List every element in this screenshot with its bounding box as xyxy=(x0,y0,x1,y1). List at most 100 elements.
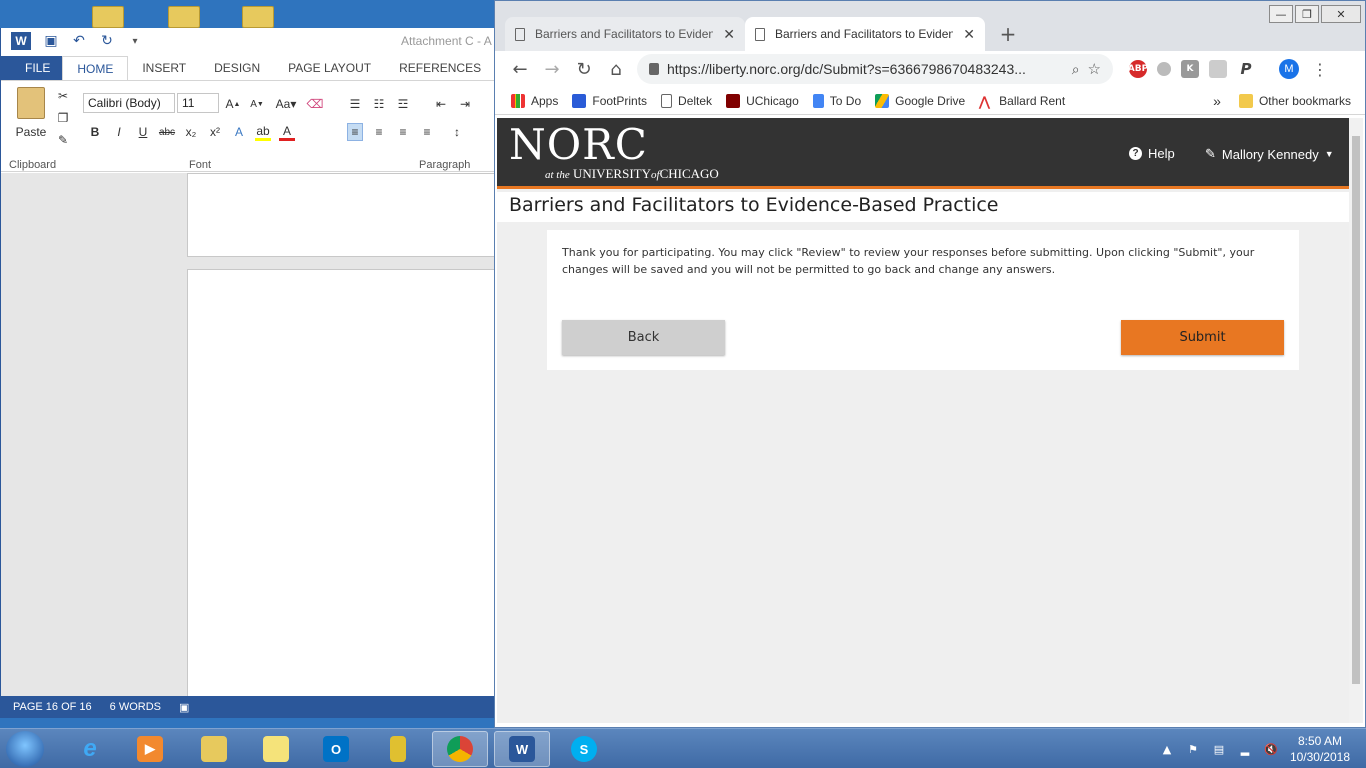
paste-button[interactable]: Paste xyxy=(13,87,49,151)
tab-references[interactable]: REFERENCES xyxy=(385,56,495,80)
taskbar-vpn[interactable] xyxy=(370,731,426,767)
page-scrollbar[interactable] xyxy=(1349,118,1363,723)
bookmark-uchicago[interactable]: UChicago xyxy=(726,93,799,108)
undo-icon[interactable]: ↶ xyxy=(71,33,87,49)
decrease-indent-icon[interactable]: ⇤ xyxy=(433,95,449,113)
device-icon[interactable]: ▤ xyxy=(1212,742,1226,756)
bookmark-deltek[interactable]: Deltek xyxy=(661,93,712,108)
forward-arrow-icon[interactable]: → xyxy=(541,58,563,80)
clear-formatting-icon[interactable]: ⌫ xyxy=(307,95,324,113)
tab-design[interactable]: DESIGN xyxy=(200,56,274,80)
desktop-folder-icon[interactable] xyxy=(242,6,274,28)
highlight-color-icon[interactable]: ab xyxy=(255,123,271,141)
other-bookmarks[interactable]: Other bookmarks xyxy=(1238,94,1351,108)
strikethrough-icon[interactable]: abc xyxy=(159,123,175,141)
desktop-folder-icon[interactable] xyxy=(92,6,124,28)
minimize-icon[interactable]: — xyxy=(1269,5,1293,23)
grow-font-icon[interactable]: A ▲ xyxy=(225,95,241,113)
user-menu[interactable]: ✎ Mallory Kennedy ▼ xyxy=(1205,146,1334,162)
bookmark-todo[interactable]: To Do xyxy=(812,93,861,108)
taskbar-chrome[interactable] xyxy=(432,731,488,767)
bookmark-star-icon[interactable]: ☆ xyxy=(1088,60,1101,78)
menu-kebab-icon[interactable]: ⋮ xyxy=(1309,58,1331,80)
norc-logo[interactable]: NORC xyxy=(509,124,648,166)
close-tab-icon[interactable]: ✕ xyxy=(963,26,975,43)
extension-circle-icon[interactable] xyxy=(1157,62,1171,76)
submit-button[interactable]: Submit xyxy=(1121,320,1284,355)
subscript-icon[interactable]: x₂ xyxy=(183,123,199,141)
font-name-select[interactable]: Calibri (Body) xyxy=(83,93,175,113)
bookmark-apps[interactable]: Apps xyxy=(511,93,558,108)
bullets-icon[interactable]: ☰ xyxy=(347,95,363,113)
bookmark-google-drive[interactable]: Google Drive xyxy=(875,93,965,108)
tab-insert[interactable]: INSERT xyxy=(128,56,200,80)
customize-qat-icon[interactable]: ▾ xyxy=(127,33,143,49)
show-hidden-icons[interactable]: ▲ xyxy=(1160,742,1174,756)
taskbar-media-player[interactable]: ▶ xyxy=(122,731,178,767)
save-icon[interactable]: ▣ xyxy=(43,33,59,49)
extension-p-icon[interactable]: P xyxy=(1237,60,1255,78)
format-painter-icon[interactable]: ✎ xyxy=(55,131,71,149)
action-center-flag-icon[interactable]: ⚑ xyxy=(1186,742,1200,756)
scrollbar-thumb[interactable] xyxy=(1352,136,1360,684)
back-arrow-icon[interactable]: ← xyxy=(509,58,531,80)
taskbar-sticky-notes[interactable] xyxy=(248,731,304,767)
browser-tab[interactable]: Barriers and Facilitators to Eviden ✕ xyxy=(505,17,745,51)
taskbar-file-explorer[interactable] xyxy=(186,731,242,767)
bold-icon[interactable]: B xyxy=(87,123,103,141)
network-signal-icon[interactable]: ▂ xyxy=(1238,742,1252,756)
reload-icon[interactable]: ↻ xyxy=(573,58,595,80)
maximize-icon[interactable]: ❐ xyxy=(1295,5,1319,23)
volume-muted-icon[interactable]: 🔇 xyxy=(1264,742,1278,756)
extension-doc-icon[interactable] xyxy=(1209,60,1227,78)
word-count[interactable]: 6 WORDS xyxy=(110,701,161,713)
tab-file[interactable]: FILE xyxy=(1,56,63,80)
extension-k-icon[interactable]: K xyxy=(1181,60,1199,78)
page-count[interactable]: PAGE 16 OF 16 xyxy=(13,701,92,713)
adblock-icon[interactable]: ABP xyxy=(1128,60,1148,78)
bookmark-footprints[interactable]: FootPrints xyxy=(572,93,647,108)
tab-page-layout[interactable]: PAGE LAYOUT xyxy=(274,56,385,80)
multilevel-list-icon[interactable]: ☲ xyxy=(395,95,411,113)
taskbar-outlook[interactable]: O xyxy=(308,731,364,767)
increase-indent-icon[interactable]: ⇥ xyxy=(457,95,473,113)
back-button[interactable]: Back xyxy=(562,320,725,355)
close-tab-icon[interactable]: ✕ xyxy=(723,26,735,43)
align-center-icon[interactable]: ≡ xyxy=(371,123,387,141)
address-bar[interactable]: https://liberty.norc.org/dc/Submit?s=636… xyxy=(637,54,1113,84)
align-right-icon[interactable]: ≡ xyxy=(395,123,411,141)
lock-icon[interactable] xyxy=(649,63,659,75)
taskbar-skype[interactable]: S xyxy=(556,731,612,767)
taskbar-internet-explorer[interactable]: e xyxy=(62,731,118,767)
cut-icon[interactable]: ✂ xyxy=(55,87,71,105)
start-button[interactable] xyxy=(6,731,44,767)
bookmarks-overflow-icon[interactable]: » xyxy=(1213,93,1221,109)
font-color-icon[interactable]: A xyxy=(279,123,295,141)
italic-icon[interactable]: I xyxy=(111,123,127,141)
close-window-icon[interactable]: ✕ xyxy=(1321,5,1361,23)
home-icon[interactable]: ⌂ xyxy=(605,58,627,80)
proofing-icon[interactable]: ▣ xyxy=(179,701,189,714)
browser-tab-active[interactable]: Barriers and Facilitators to Eviden ✕ xyxy=(745,17,985,51)
document-page[interactable] xyxy=(187,269,497,699)
line-spacing-icon[interactable]: ↕ xyxy=(449,123,465,141)
shrink-font-icon[interactable]: A ▼ xyxy=(249,95,265,113)
copy-icon[interactable]: ❐ xyxy=(55,109,71,127)
numbering-icon[interactable]: ☷ xyxy=(371,95,387,113)
font-size-select[interactable]: 11 xyxy=(177,93,219,113)
help-link[interactable]: ? Help xyxy=(1129,146,1175,161)
change-case-icon[interactable]: Aa▾ xyxy=(273,95,299,113)
align-left-icon[interactable]: ≡ xyxy=(347,123,363,141)
desktop-folder-icon[interactable] xyxy=(168,6,200,28)
justify-icon[interactable]: ≡ xyxy=(419,123,435,141)
redo-icon[interactable]: ↻ xyxy=(99,33,115,49)
new-tab-icon[interactable]: + xyxy=(997,22,1019,46)
tab-home[interactable]: HOME xyxy=(62,56,129,80)
search-icon[interactable]: ⌕ xyxy=(1072,61,1080,78)
clock[interactable]: 8:50 AM 10/30/2018 xyxy=(1290,733,1350,765)
profile-avatar[interactable]: M xyxy=(1279,59,1299,79)
document-page[interactable] xyxy=(187,173,497,257)
underline-icon[interactable]: U xyxy=(135,123,151,141)
bookmark-ballard-rent[interactable]: ⋀ Ballard Rent xyxy=(979,94,1065,109)
text-effects-icon[interactable]: A xyxy=(231,123,247,141)
